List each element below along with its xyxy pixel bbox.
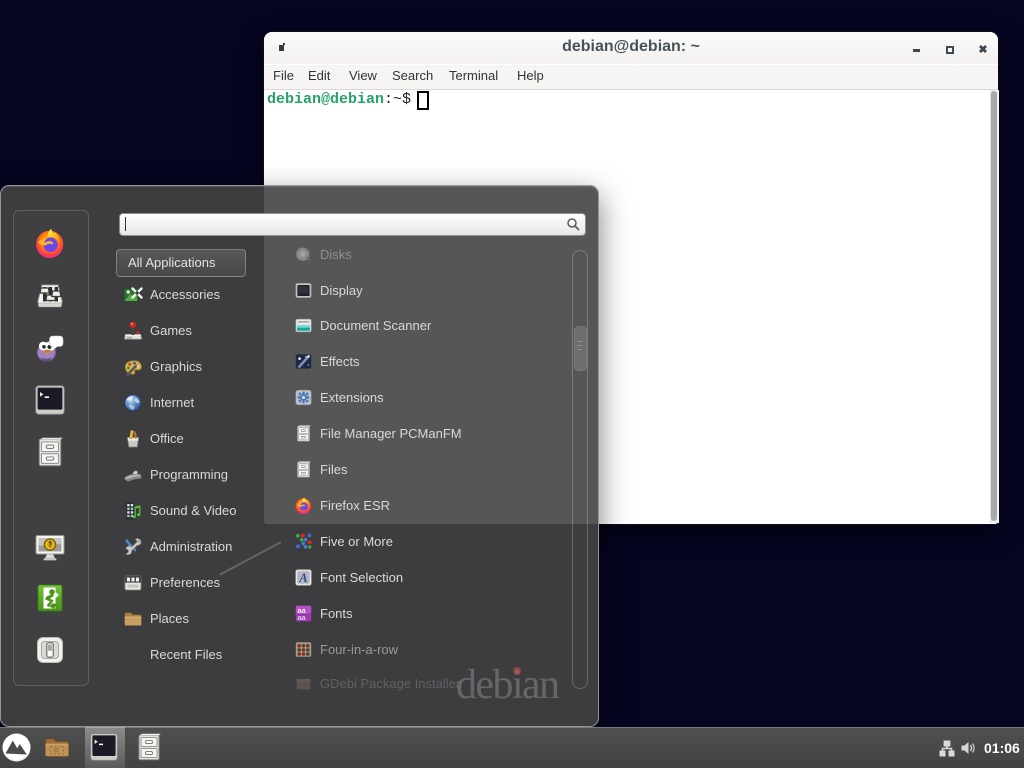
svg-text:D: D: [54, 748, 59, 755]
svg-text:aa: aa: [297, 613, 306, 622]
svg-text:A: A: [298, 571, 307, 585]
